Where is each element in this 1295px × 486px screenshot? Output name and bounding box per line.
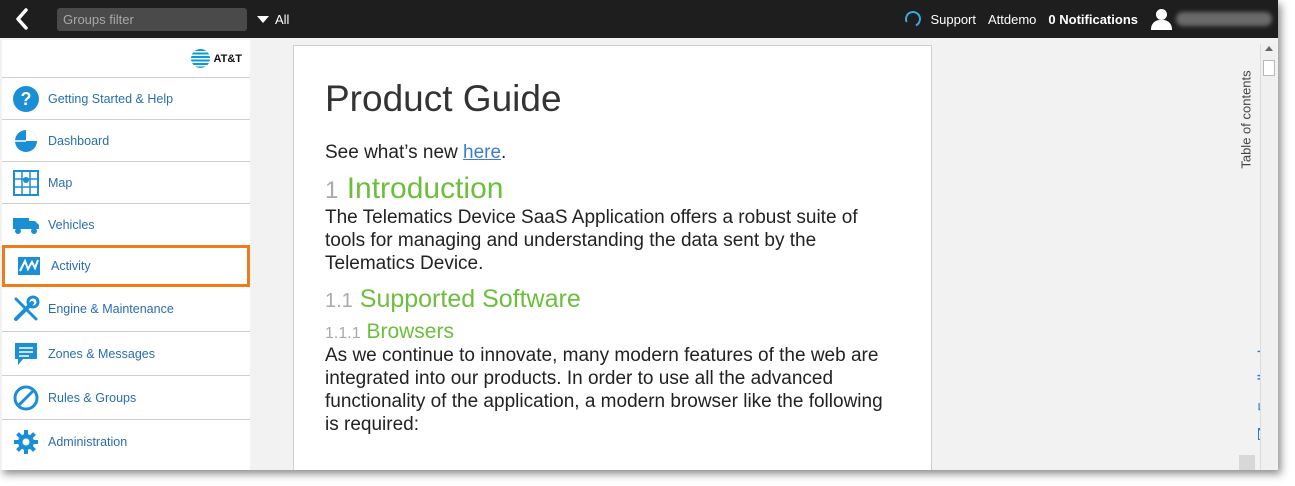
gear-icon — [12, 428, 40, 456]
section-title: Supported Software — [359, 285, 581, 313]
section-browsers-heading: 1.1.1 Browsers — [325, 320, 900, 344]
activity-icon — [15, 252, 43, 280]
sidebar-item-engine-maintenance[interactable]: Engine & Maintenance — [2, 287, 250, 331]
user-email-redacted — [1176, 12, 1272, 26]
sidebar-item-rules-groups[interactable]: Rules & Groups — [2, 375, 250, 419]
att-globe-icon — [191, 49, 211, 68]
top-bar-right: Support Attdemo 0 Notifications — [903, 0, 1278, 38]
sidebar-item-label: Vehicles — [48, 217, 95, 232]
support-label: Support — [930, 11, 976, 27]
notifications-link[interactable]: 0 Notifications — [1048, 12, 1138, 27]
sidebar-item-label: Getting Started & Help — [48, 91, 174, 106]
back-button[interactable] — [0, 0, 44, 38]
product-guide-document: Product Guide See what’s new here. 1 Int… — [293, 45, 932, 470]
scroll-thumb[interactable] — [1263, 60, 1275, 76]
table-of-contents-tab[interactable]: Table of contents — [1236, 56, 1256, 182]
help-icon: ? — [12, 85, 40, 113]
caret-down-icon — [257, 15, 269, 23]
prohibit-icon — [12, 384, 40, 412]
sidebar-item-label: Dashboard — [48, 133, 110, 148]
whats-new-link[interactable]: here — [463, 142, 501, 163]
section-title: Introduction — [346, 172, 504, 205]
sidebar-item-zones-messages[interactable]: Zones & Messages — [2, 331, 250, 375]
page-title: Product Guide — [325, 78, 562, 119]
section-number: 1.1 — [325, 290, 353, 312]
section-supported-software-heading: 1.1 Supported Software — [325, 285, 900, 314]
message-icon — [12, 340, 40, 368]
app-window: All Support Attdemo 0 Notifications AT&T… — [0, 0, 1278, 470]
map-icon — [12, 169, 40, 197]
vertical-scrollbar[interactable] — [1260, 44, 1276, 470]
sidebar-item-label: Activity — [51, 259, 91, 273]
section-number: 1.1.1 — [325, 325, 361, 342]
sidebar-item-label: Zones & Messages — [48, 346, 155, 361]
wrench-icon — [12, 295, 40, 323]
top-bar: All Support Attdemo 0 Notifications — [0, 0, 1278, 38]
section-introduction-heading: 1 Introduction — [325, 172, 900, 206]
sidebar-item-label: Engine & Maintenance — [48, 302, 174, 316]
section-title: Browsers — [366, 320, 454, 343]
svg-text:?: ? — [21, 89, 32, 109]
user-name[interactable]: Attdemo — [988, 12, 1036, 27]
support-link[interactable]: Support — [903, 8, 976, 30]
pie-chart-icon — [12, 127, 40, 155]
whats-new-text: See what’s new here. — [325, 141, 900, 164]
scroll-up-arrow-icon[interactable] — [1265, 46, 1273, 51]
sidebar-item-label: Rules & Groups — [48, 390, 137, 405]
sidebar: AT&T ? Getting Started & Help Dashboard — [2, 40, 250, 470]
introduction-body: The Telematics Device SaaS Application o… — [325, 207, 858, 274]
resize-corner[interactable] — [1239, 455, 1255, 470]
sidebar-item-getting-started[interactable]: ? Getting Started & Help — [2, 77, 250, 119]
groups-dropdown-label: All — [275, 11, 290, 27]
sidebar-item-dashboard[interactable]: Dashboard — [2, 119, 250, 161]
whats-new-prefix: See what’s new — [325, 142, 464, 163]
truck-icon — [12, 211, 40, 239]
sidebar-item-vehicles[interactable]: Vehicles — [2, 203, 250, 245]
chevron-left-icon — [16, 8, 28, 30]
brand-text: AT&T — [213, 52, 242, 65]
user-avatar-icon[interactable] — [1150, 7, 1172, 31]
groups-dropdown[interactable]: All — [257, 12, 289, 27]
support-icon — [903, 8, 924, 30]
sidebar-item-map[interactable]: Map — [2, 161, 250, 203]
whats-new-suffix: . — [501, 142, 507, 163]
groups-filter-input[interactable] — [57, 7, 247, 31]
sidebar-item-activity[interactable]: Activity — [2, 245, 250, 287]
browsers-body: As we continue to innovate, many modern … — [325, 345, 883, 435]
sidebar-item-label: Map — [48, 175, 73, 190]
brand-logo: AT&T — [2, 40, 250, 77]
sidebar-item-label: Administration — [48, 434, 128, 449]
toc-label: Table of contents — [1238, 69, 1254, 169]
section-number: 1 — [325, 177, 339, 204]
sidebar-item-administration[interactable]: Administration — [2, 419, 250, 463]
